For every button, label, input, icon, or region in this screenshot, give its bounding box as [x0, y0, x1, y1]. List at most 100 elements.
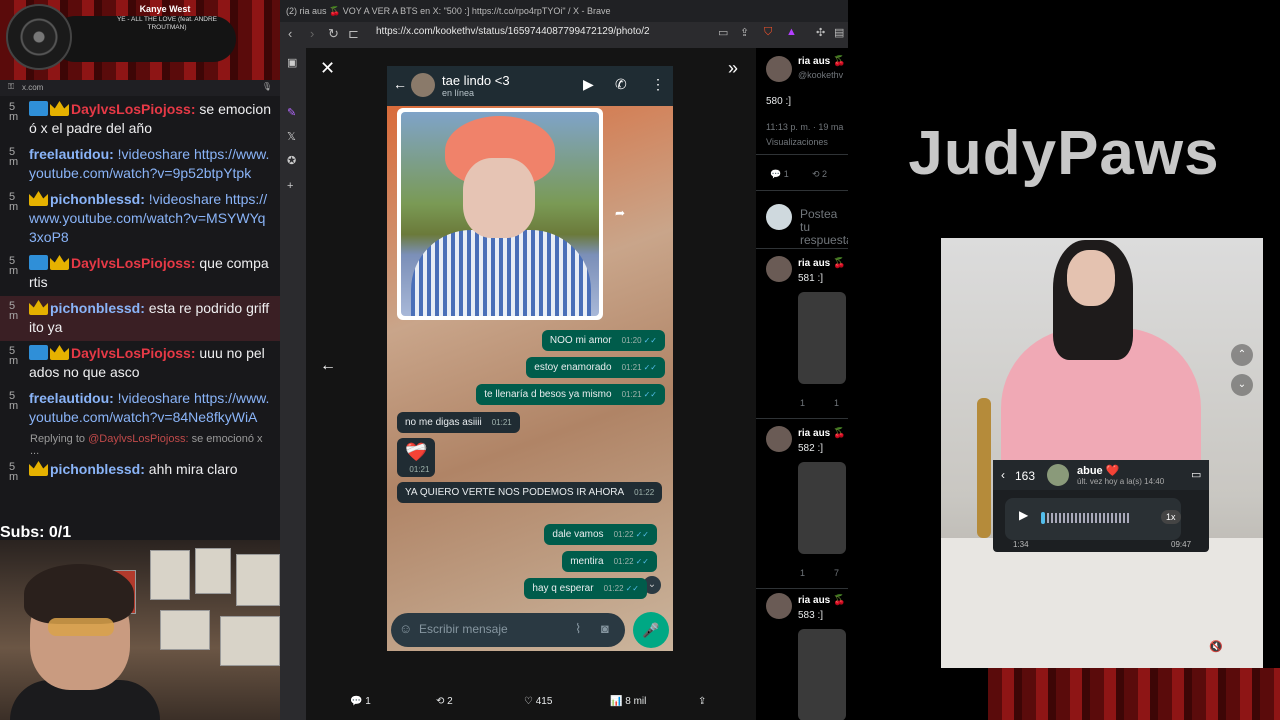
camera-icon: ◙ [601, 621, 609, 636]
reply-image[interactable] [798, 292, 846, 384]
browser-window: (2) ria aus 🍒 VOY A VER A BTS en X: "500… [280, 0, 848, 720]
avatar[interactable] [766, 426, 792, 452]
brave-shield-icon[interactable]: ⛉ [764, 26, 772, 39]
reply-image[interactable] [798, 629, 846, 720]
forward-icon[interactable]: › [310, 26, 314, 41]
crown-badge-icon[interactable] [29, 461, 48, 476]
wa-message-time: 01:21 [621, 363, 642, 372]
views-button[interactable]: 📊 8 mil [610, 696, 646, 707]
reload-icon[interactable]: ↻ [328, 26, 339, 42]
crown-badge-icon[interactable] [50, 345, 69, 360]
avatar[interactable] [766, 593, 792, 619]
reply-button[interactable]: 💬 1 [350, 696, 371, 707]
wa-message-text: te llenaría d besos ya mismo [484, 389, 612, 400]
brave-rewards-icon[interactable]: ▲ [786, 26, 797, 38]
retweet-stat[interactable]: ⟲ 2 [812, 169, 827, 180]
close-icon[interactable]: ✕ [320, 58, 335, 79]
chat-username[interactable]: pichonblessd: [50, 461, 145, 477]
reply-mention[interactable]: @DaylvsLosPiojoss: [88, 433, 188, 445]
share-icon[interactable]: ⇪ [740, 26, 749, 39]
chat-username[interactable]: DaylvsLosPiojoss: [71, 255, 196, 271]
add-icon[interactable]: + [287, 180, 293, 192]
wall-poster [236, 554, 280, 606]
chat-username[interactable]: pichonblessd: [50, 300, 145, 316]
mute-icon[interactable]: 🔇 [1209, 640, 1223, 653]
wall-poster [160, 610, 210, 650]
chevron-up-icon[interactable]: ⌃ [1231, 344, 1253, 366]
panel-icon[interactable]: ▣ [287, 56, 297, 69]
voice-contact: abue ❤️ [1077, 465, 1120, 477]
chat-timestamp: 5 m [9, 191, 19, 213]
chat-timestamp: 5 m [9, 146, 19, 168]
tweet-time[interactable]: 11:13 p. m. · 19 ma [766, 122, 843, 132]
reply-stat[interactable]: 💬 1 [770, 169, 789, 180]
waveform [1047, 513, 1129, 523]
playhead [1041, 512, 1045, 524]
crown-badge-icon[interactable] [29, 191, 48, 206]
mic-icon[interactable]: 🎙 [262, 82, 272, 91]
chat-username[interactable]: pichonblessd: [50, 191, 145, 207]
photo-subject-face [463, 158, 535, 238]
chevron-down-icon[interactable]: ⌄ [1231, 374, 1253, 396]
like-button[interactable]: ♡ 415 [524, 696, 552, 707]
wa-message-time: 01:21 [621, 390, 642, 399]
wa-header: ← tae lindo <3 en línea ▶ ✆ ⋮ [387, 66, 673, 106]
crown-badge-icon[interactable] [50, 255, 69, 270]
divider [756, 588, 848, 589]
crown-badge-icon[interactable] [29, 300, 48, 315]
reply-author[interactable]: ria aus 🍒 VO... [798, 595, 848, 606]
retweet-stat[interactable]: 1 [834, 398, 839, 408]
video-clip: ⌃ ⌄ ‹ 163 abue ❤️ últ. vez hoy a la(s) 1… [941, 238, 1263, 668]
chat-username[interactable]: DaylvsLosPiojoss: [71, 345, 196, 361]
wa-message-time: 01:21 [409, 465, 430, 474]
prime-badge-icon[interactable] [29, 345, 48, 360]
tweet-author[interactable]: ria aus 🍒 [798, 56, 845, 67]
divider [756, 418, 848, 419]
crown-badge-icon[interactable] [50, 101, 69, 116]
expand-icon[interactable]: » [728, 58, 738, 79]
wa-message-bubble: estoy enamorado 01:21 ✓✓ [526, 357, 665, 378]
views-label: Visualizaciones [766, 137, 828, 147]
read-ticks-icon: ✓✓ [643, 336, 657, 345]
song-title: YE - ALL THE LOVE (feat. ANDRE TROUTMAN) [116, 16, 218, 31]
wall-poster [220, 616, 280, 666]
x-icon[interactable]: 𝕏 [287, 130, 296, 143]
retweet-button[interactable]: ⟲ 2 [436, 696, 453, 707]
twitch-icon[interactable]: ✪ [287, 154, 296, 167]
play-icon: ▶ [1019, 508, 1029, 522]
prime-badge-icon[interactable] [29, 101, 48, 116]
reply-image[interactable] [798, 462, 846, 554]
puzzle-icon[interactable]: ✣ [816, 26, 825, 39]
chat-username[interactable]: freelautidou: [29, 390, 114, 406]
share-button[interactable]: ⇪ [698, 696, 706, 707]
reply-stat[interactable]: 1 [800, 398, 805, 408]
chat-username[interactable]: freelautidou: [29, 146, 114, 162]
reply-icon: 💬 [350, 696, 363, 707]
avatar[interactable] [766, 256, 792, 282]
tweet-action-bar: 💬 1 ⟲ 2 ♡ 415 📊 8 mil ⇪ [306, 688, 756, 718]
whatsapp-screenshot: ← tae lindo <3 en línea ▶ ✆ ⋮ ➦ ⌄ ☺ Escr… [387, 66, 673, 651]
wa-contact-name: tae lindo <3 [442, 73, 510, 88]
bookmark-icon[interactable]: ⊏ [348, 26, 359, 42]
prev-photo-icon[interactable]: ← [320, 357, 336, 375]
leo-icon[interactable]: ✎ [287, 106, 296, 119]
chat-timestamp: 5 m [9, 101, 19, 123]
reply-stat[interactable]: 1 [800, 568, 805, 578]
wall-poster [195, 548, 231, 594]
tweet-handle[interactable]: @kookethv [798, 70, 843, 80]
back-icon[interactable]: ‹ [288, 26, 292, 41]
sidebar-toggle-icon[interactable]: ▤ [834, 26, 844, 39]
url-field[interactable]: https://x.com/kookethv/status/1659744087… [376, 26, 650, 37]
prime-badge-icon[interactable] [29, 255, 48, 270]
retweet-stat[interactable]: 7 [834, 568, 839, 578]
chat-message-list: 5 m DaylvsLosPiojoss: se emocionó x el pa… [0, 97, 280, 483]
reply-prompt[interactable]: Postea tu respuesta [800, 208, 848, 247]
chat-username[interactable]: DaylvsLosPiojoss: [71, 101, 196, 117]
reply-author[interactable]: ria aus 🍒 VO... [798, 258, 848, 269]
webcam-feed [0, 540, 302, 720]
avatar[interactable] [766, 56, 792, 82]
extensions-icon[interactable]: ▭ [718, 26, 728, 39]
reply-text: 581 :] [798, 273, 824, 284]
reply-author[interactable]: ria aus 🍒 VO... [798, 428, 848, 439]
retweet-icon: ⟲ [436, 696, 445, 707]
